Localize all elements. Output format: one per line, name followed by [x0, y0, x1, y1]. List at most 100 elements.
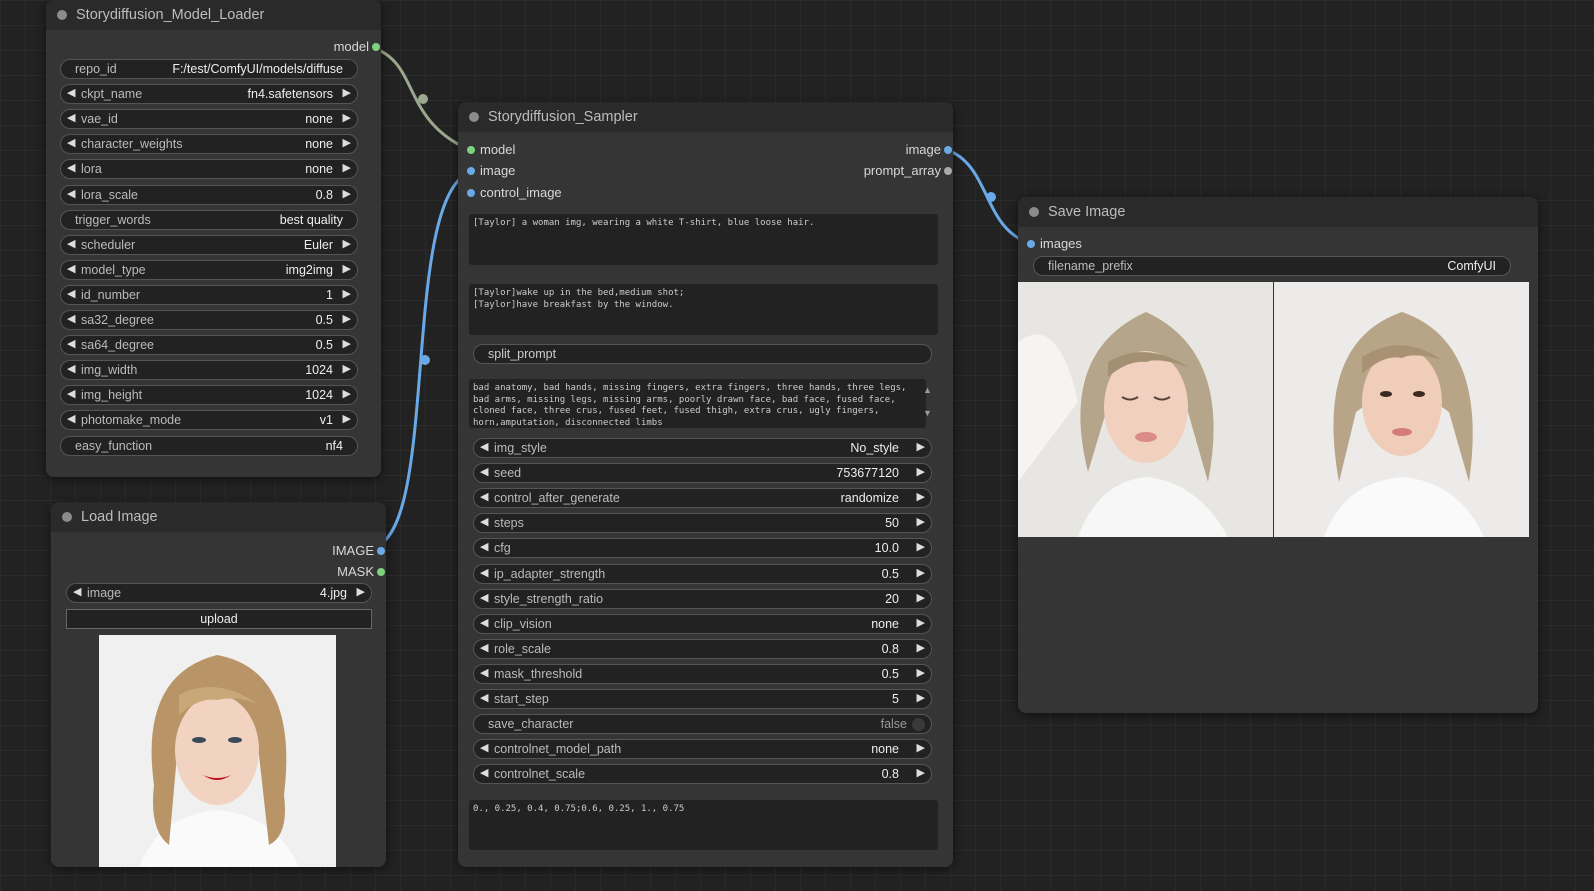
arrow-right-icon[interactable]: ▶	[917, 741, 925, 754]
arrow-right-icon[interactable]: ▶	[917, 641, 925, 654]
widget-save-character[interactable]: save_character false	[473, 714, 932, 735]
widget-style-strength-ratio[interactable]: ◀ style_strength_ratio 20 ▶	[473, 588, 932, 609]
arrow-left-icon[interactable]: ◀	[67, 136, 75, 149]
widget-ckpt-name[interactable]: ◀ ckpt_name fn4.safetensors ▶	[60, 84, 358, 105]
collapse-dot-icon[interactable]	[469, 112, 479, 122]
arrow-left-icon[interactable]: ◀	[67, 237, 75, 250]
widget-controlnet-scale[interactable]: ◀ controlnet_scale 0.8 ▶	[473, 764, 932, 785]
widget-vae-id[interactable]: ◀ vae_id none ▶	[60, 109, 358, 130]
output-image[interactable]: image	[906, 142, 952, 158]
arrow-left-icon[interactable]: ◀	[67, 161, 75, 174]
arrow-right-icon[interactable]: ▶	[343, 86, 351, 99]
output-image-2[interactable]	[1274, 282, 1529, 537]
widget-scheduler[interactable]: ◀ scheduler Euler ▶	[60, 234, 358, 255]
widget-ip-adapter-strength[interactable]: ◀ ip_adapter_strength 0.5 ▶	[473, 563, 932, 584]
collapse-dot-icon[interactable]	[1029, 207, 1039, 217]
arrow-right-icon[interactable]: ▶	[343, 161, 351, 174]
arrow-left-icon[interactable]: ◀	[67, 111, 75, 124]
arrow-left-icon[interactable]: ◀	[480, 766, 488, 779]
output-image-port[interactable]	[377, 547, 385, 555]
load-image-title[interactable]: Load Image	[51, 502, 386, 532]
negative-prompt-textarea[interactable]: bad anatomy, bad hands, missing fingers,…	[469, 379, 926, 428]
arrow-left-icon[interactable]: ◀	[480, 591, 488, 604]
arrow-left-icon[interactable]: ◀	[67, 412, 75, 425]
arrow-left-icon[interactable]: ◀	[67, 362, 75, 375]
widget-sa32-degree[interactable]: ◀ sa32_degree 0.5 ▶	[60, 310, 358, 330]
collapse-dot-icon[interactable]	[57, 10, 67, 20]
arrow-left-icon[interactable]: ◀	[67, 86, 75, 99]
arrow-left-icon[interactable]: ◀	[67, 387, 75, 400]
arrow-right-icon[interactable]: ▶	[343, 287, 351, 300]
scroll-up-icon[interactable]: ▲	[923, 385, 932, 395]
arrow-left-icon[interactable]: ◀	[480, 440, 488, 453]
arrow-left-icon[interactable]: ◀	[480, 691, 488, 704]
guidance-list-textarea[interactable]: 0., 0.25, 0.4, 0.75;0.6, 0.25, 1., 0.75	[469, 800, 938, 850]
widget-lora-scale[interactable]: ◀ lora_scale 0.8 ▶	[60, 184, 358, 205]
widget-steps[interactable]: ◀ steps 50 ▶	[473, 513, 932, 534]
output-image[interactable]: IMAGE	[332, 543, 385, 559]
widget-sa64-degree[interactable]: ◀ sa64_degree 0.5 ▶	[60, 335, 358, 356]
load-image-node[interactable]: Load Image IMAGE MASK ◀ image 4.jpg ▶ up…	[51, 502, 386, 867]
sampler-title[interactable]: Storydiffusion_Sampler	[458, 102, 953, 132]
save-image-title[interactable]: Save Image	[1018, 197, 1538, 227]
image-select[interactable]: ◀ image 4.jpg ▶	[66, 583, 372, 603]
output-model-port[interactable]	[372, 43, 380, 51]
arrow-right-icon[interactable]: ▶	[343, 262, 351, 275]
arrow-left-icon[interactable]: ◀	[480, 490, 488, 503]
arrow-right-icon[interactable]: ▶	[357, 585, 365, 598]
model-loader-title[interactable]: Storydiffusion_Model_Loader	[46, 0, 381, 30]
arrow-right-icon[interactable]: ▶	[343, 412, 351, 425]
arrow-right-icon[interactable]: ▶	[343, 237, 351, 250]
toggle-knob-icon[interactable]	[912, 718, 925, 732]
input-image[interactable]: image	[467, 163, 515, 179]
arrow-right-icon[interactable]: ▶	[917, 766, 925, 779]
arrow-left-icon[interactable]: ◀	[67, 287, 75, 300]
model-loader-node[interactable]: Storydiffusion_Model_Loader model repo_i…	[46, 0, 381, 477]
output-prompt-array[interactable]: prompt_array	[864, 163, 952, 179]
arrow-right-icon[interactable]: ▶	[917, 691, 925, 704]
arrow-right-icon[interactable]: ▶	[917, 490, 925, 503]
arrow-left-icon[interactable]: ◀	[67, 337, 75, 350]
scene-prompts-textarea[interactable]: [Taylor]wake up in the bed,medium shot; …	[469, 284, 938, 335]
output-prompt-array-port[interactable]	[944, 167, 952, 175]
input-control-image[interactable]: control_image	[467, 185, 562, 201]
arrow-left-icon[interactable]: ◀	[73, 585, 81, 598]
widget-control-after-generate[interactable]: ◀ control_after_generate randomize ▶	[473, 488, 932, 509]
widget-repo-id[interactable]: repo_id F:/test/ComfyUI/models/diffuse	[60, 59, 358, 79]
collapse-dot-icon[interactable]	[62, 512, 72, 522]
arrow-right-icon[interactable]: ▶	[343, 337, 351, 350]
widget-img-width[interactable]: ◀ img_width 1024 ▶	[60, 360, 358, 381]
arrow-right-icon[interactable]: ▶	[917, 465, 925, 478]
widget-easy-function[interactable]: easy_function nf4	[60, 435, 358, 456]
widget-cfg[interactable]: ◀ cfg 10.0 ▶	[473, 538, 932, 559]
input-control-image-port[interactable]	[467, 189, 475, 197]
arrow-right-icon[interactable]: ▶	[917, 540, 925, 553]
output-mask[interactable]: MASK	[337, 564, 385, 580]
widget-img-height[interactable]: ◀ img_height 1024 ▶	[60, 385, 358, 406]
input-images[interactable]: images	[1027, 236, 1082, 252]
split-prompt-field[interactable]: split_prompt	[473, 344, 932, 364]
widget-seed[interactable]: ◀ seed 753677120 ▶	[473, 463, 932, 484]
output-image-port[interactable]	[944, 146, 952, 154]
arrow-left-icon[interactable]: ◀	[480, 515, 488, 528]
widget-img-style[interactable]: ◀ img_style No_style ▶	[473, 438, 932, 458]
widget-clip-vision[interactable]: ◀ clip_vision none ▶	[473, 613, 932, 634]
widget-id-number[interactable]: ◀ id_number 1 ▶	[60, 284, 358, 305]
input-model-port[interactable]	[467, 146, 475, 154]
scroll-down-icon[interactable]: ▼	[923, 408, 932, 418]
arrow-left-icon[interactable]: ◀	[480, 666, 488, 679]
output-mask-port[interactable]	[377, 568, 385, 576]
filename-prefix-field[interactable]: filename_prefix ComfyUI	[1033, 256, 1511, 276]
arrow-right-icon[interactable]: ▶	[343, 111, 351, 124]
input-images-port[interactable]	[1027, 240, 1035, 248]
arrow-right-icon[interactable]: ▶	[343, 312, 351, 325]
widget-character-weights[interactable]: ◀ character_weights none ▶	[60, 134, 358, 155]
arrow-left-icon[interactable]: ◀	[67, 187, 75, 200]
arrow-left-icon[interactable]: ◀	[480, 641, 488, 654]
widget-controlnet-model-path[interactable]: ◀ controlnet_model_path none ▶	[473, 739, 932, 760]
arrow-left-icon[interactable]: ◀	[480, 741, 488, 754]
upload-button[interactable]: upload	[66, 609, 372, 629]
widget-photomake-mode[interactable]: ◀ photomake_mode v1 ▶	[60, 410, 358, 431]
widget-start-step[interactable]: ◀ start_step 5 ▶	[473, 689, 932, 709]
arrow-left-icon[interactable]: ◀	[480, 540, 488, 553]
